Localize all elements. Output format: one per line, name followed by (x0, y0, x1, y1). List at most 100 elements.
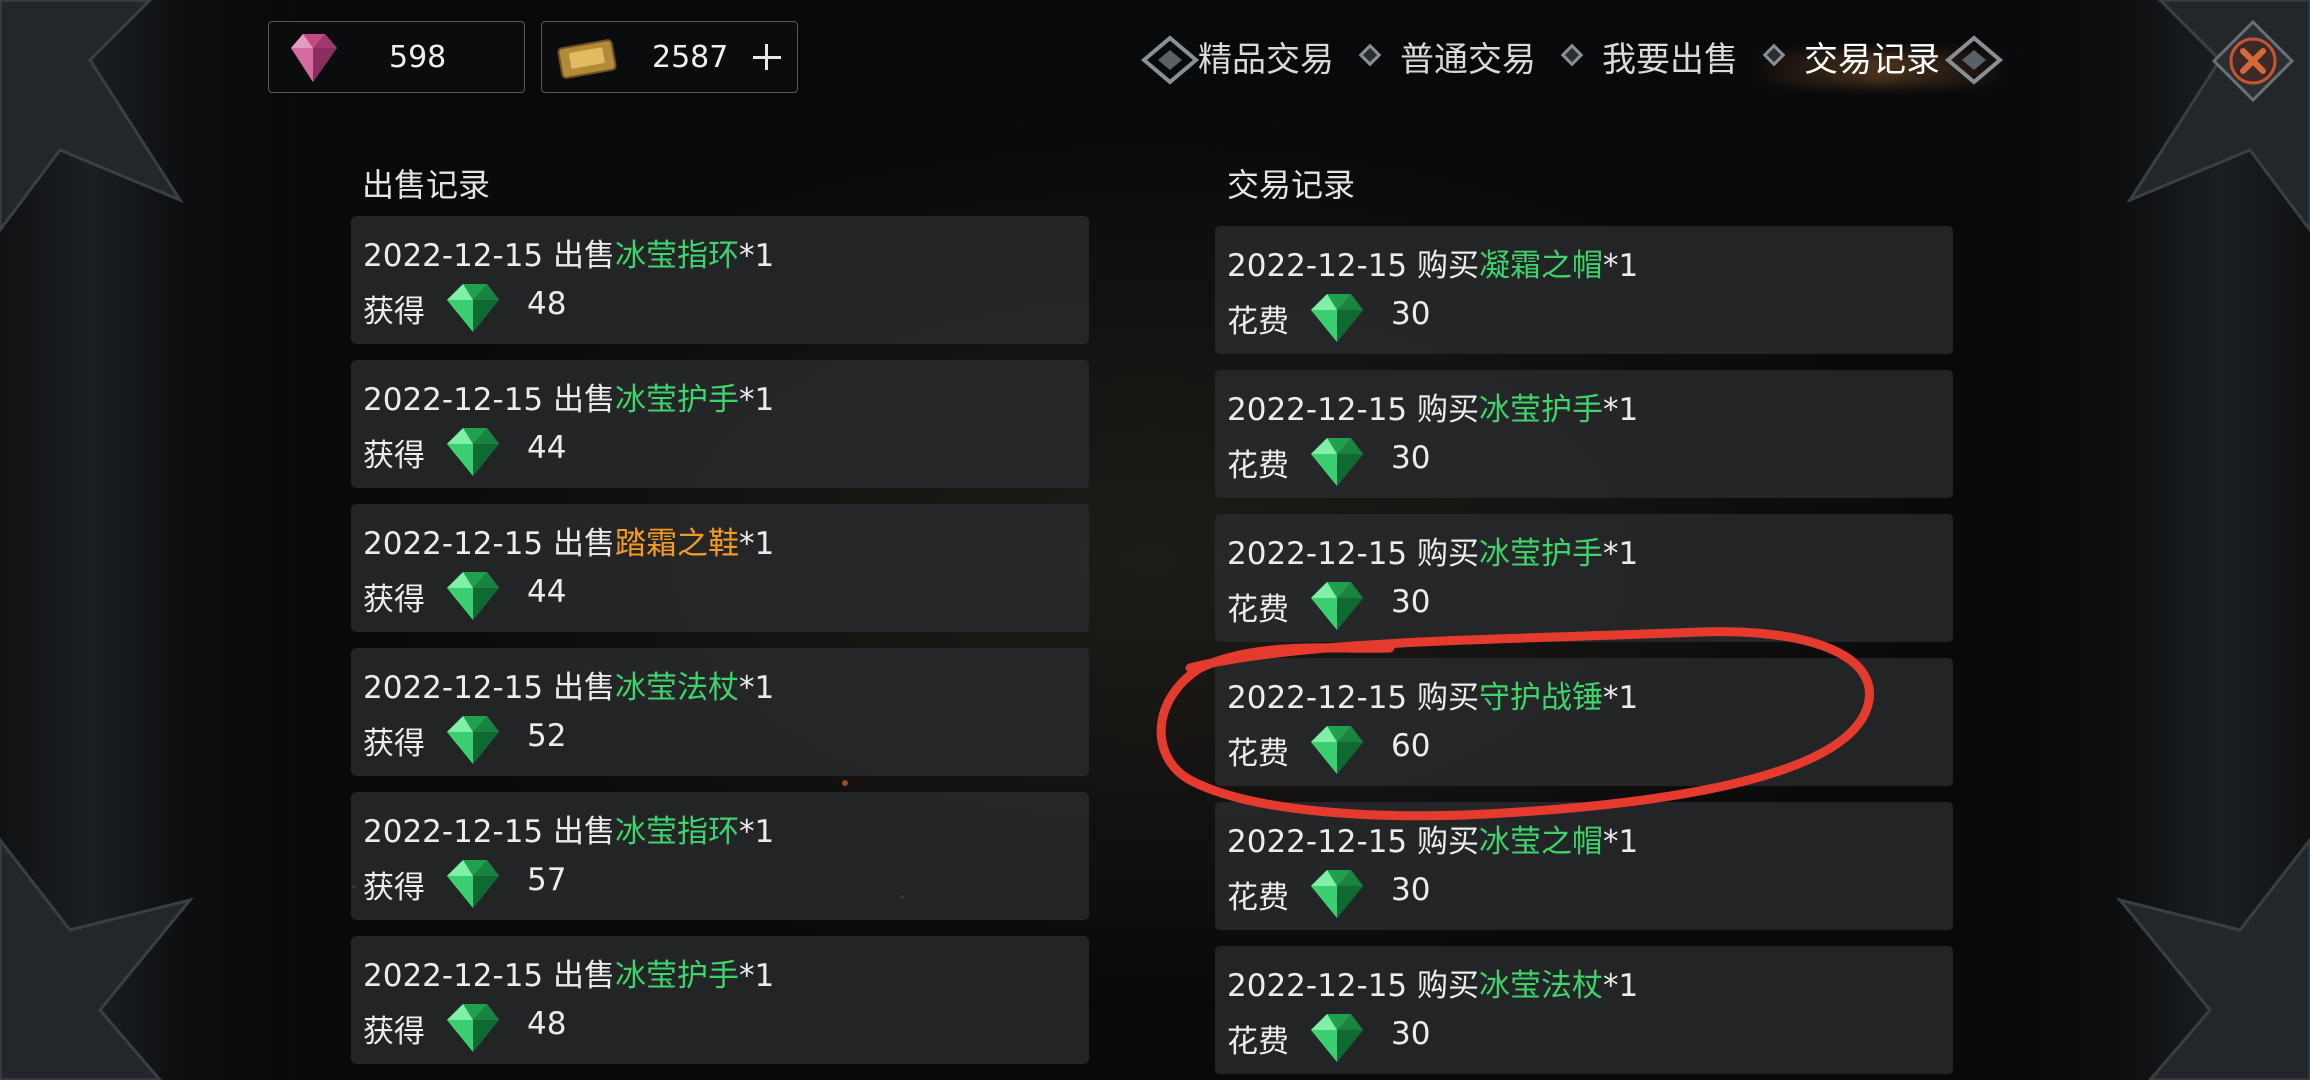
tab-premium-trade[interactable]: 精品交易 (1198, 30, 1334, 90)
record-action: 购买 (1417, 824, 1480, 860)
sales-record-row: 2022-12-15 出售冰莹法杖*1 获得 52 (351, 648, 1089, 776)
record-item-name: 冰莹之帽 (1479, 824, 1604, 860)
record-description: 2022-12-15 购买冰莹法杖*1 (1227, 960, 1638, 1005)
record-amount-label: 花费 (1227, 448, 1289, 484)
tab-trade-records[interactable]: 交易记录 (1804, 30, 1940, 90)
record-description: 2022-12-15 购买守护战锤*1 (1227, 672, 1638, 717)
trade-record-list[interactable]: 2022-12-15 购买凝霜之帽*1 花费 30 2022-12-15 购买冰莹护手… (1215, 180, 1965, 1080)
record-quantity: *1 (739, 670, 775, 706)
record-date: 2022-12-15 (363, 382, 544, 418)
green-gem-icon (1305, 1008, 1369, 1070)
record-action: 购买 (1417, 248, 1480, 284)
gem-count: 598 (389, 40, 447, 75)
record-date: 2022-12-15 (363, 814, 544, 850)
record-description: 2022-12-15 购买冰莹护手*1 (1227, 528, 1638, 573)
record-amount-label: 花费 (1227, 880, 1289, 916)
record-quantity: *1 (739, 814, 775, 850)
record-amount: 30 (1391, 1016, 1431, 1052)
record-amount: 44 (527, 430, 567, 466)
record-amount: 44 (527, 574, 567, 610)
record-amount: 48 (527, 286, 567, 322)
record-amount: 48 (527, 1006, 567, 1042)
tab-sell[interactable]: 我要出售 (1602, 30, 1738, 90)
record-action: 购买 (1417, 680, 1480, 716)
sales-record-row: 2022-12-15 出售冰莹指环*1 获得 57 (351, 792, 1089, 920)
record-date: 2022-12-15 (363, 670, 544, 706)
gold-ticket-icon (557, 39, 617, 79)
record-amount-label: 花费 (1227, 592, 1289, 628)
add-currency-button[interactable] (749, 34, 785, 80)
record-item-name: 守护战锤 (1479, 680, 1604, 716)
record-date: 2022-12-15 (363, 526, 544, 562)
record-item-name: 冰莹护手 (1479, 536, 1604, 572)
trades-record-row: 2022-12-15 购买冰莹护手*1 花费 30 (1215, 370, 1953, 498)
sales-record-row: 2022-12-15 出售冰莹护手*1 获得 44 (351, 360, 1089, 488)
record-description: 2022-12-15 出售冰莹指环*1 (363, 230, 774, 275)
green-gem-icon (1305, 576, 1369, 638)
green-gem-icon (441, 854, 505, 916)
record-amount: 30 (1391, 584, 1431, 620)
gem-currency-box: 598 (268, 21, 525, 93)
record-item-name: 冰莹法杖 (1479, 968, 1604, 1004)
tab-right-arrow-icon (1944, 35, 2004, 85)
record-action: 购买 (1417, 536, 1480, 572)
tab-left-arrow-icon (1140, 35, 1200, 85)
record-action: 出售 (553, 526, 616, 562)
green-gem-icon (1305, 432, 1369, 494)
green-gem-icon (441, 278, 505, 340)
ember-particle (842, 780, 848, 786)
trades-record-row: 2022-12-15 购买凝霜之帽*1 花费 30 (1215, 226, 1953, 354)
trades-record-row: 2022-12-15 购买冰莹之帽*1 花费 30 (1215, 802, 1953, 930)
record-action: 出售 (553, 670, 616, 706)
record-description: 2022-12-15 出售冰莹护手*1 (363, 950, 774, 995)
record-date: 2022-12-15 (363, 958, 544, 994)
record-action: 出售 (553, 958, 616, 994)
record-item-name: 踏霜之鞋 (615, 526, 740, 562)
record-item-name: 冰莹护手 (1479, 392, 1604, 428)
record-quantity: *1 (739, 526, 775, 562)
record-item-name: 冰莹法杖 (615, 670, 740, 706)
close-button[interactable] (2210, 18, 2296, 104)
record-amount-label: 花费 (1227, 304, 1289, 340)
record-amount: 52 (527, 718, 567, 754)
trades-record-row: 2022-12-15 购买冰莹护手*1 花费 30 (1215, 514, 1953, 642)
record-action: 出售 (553, 382, 616, 418)
pink-gem-icon (291, 34, 337, 82)
record-date: 2022-12-15 (1227, 680, 1408, 716)
green-gem-icon (1305, 720, 1369, 782)
sales-record-row: 2022-12-15 出售冰莹指环*1 获得 48 (351, 216, 1089, 344)
record-item-name: 冰莹护手 (615, 382, 740, 418)
record-quantity: *1 (1603, 392, 1639, 428)
record-quantity: *1 (1603, 248, 1639, 284)
ticket-currency-box: 2587 (541, 21, 798, 93)
record-amount-label: 获得 (363, 294, 425, 330)
record-date: 2022-12-15 (1227, 536, 1408, 572)
record-date: 2022-12-15 (1227, 248, 1408, 284)
record-quantity: *1 (1603, 824, 1639, 860)
record-item-name: 冰莹护手 (615, 958, 740, 994)
record-quantity: *1 (739, 958, 775, 994)
record-description: 2022-12-15 出售冰莹指环*1 (363, 806, 774, 851)
green-gem-icon (1305, 864, 1369, 926)
green-gem-icon (1305, 288, 1369, 350)
record-amount: 30 (1391, 296, 1431, 332)
ticket-count: 2587 (652, 40, 729, 75)
record-action: 出售 (553, 814, 616, 850)
tab-normal-trade[interactable]: 普通交易 (1400, 30, 1536, 90)
green-gem-icon (441, 566, 505, 628)
record-action: 购买 (1417, 968, 1480, 1004)
trades-record-row: 2022-12-15 购买冰莹法杖*1 花费 30 (1215, 946, 1953, 1074)
record-date: 2022-12-15 (363, 238, 544, 274)
record-description: 2022-12-15 出售踏霜之鞋*1 (363, 518, 774, 563)
green-gem-icon (441, 998, 505, 1060)
record-description: 2022-12-15 购买冰莹护手*1 (1227, 384, 1638, 429)
record-amount-label: 获得 (363, 1014, 425, 1050)
record-amount-label: 获得 (363, 582, 425, 618)
green-gem-icon (441, 422, 505, 484)
record-amount-label: 获得 (363, 438, 425, 474)
record-item-name: 冰莹指环 (615, 238, 740, 274)
record-date: 2022-12-15 (1227, 824, 1408, 860)
record-description: 2022-12-15 购买冰莹之帽*1 (1227, 816, 1638, 861)
record-quantity: *1 (1603, 680, 1639, 716)
right-frame-ornament (2010, 0, 2310, 1080)
